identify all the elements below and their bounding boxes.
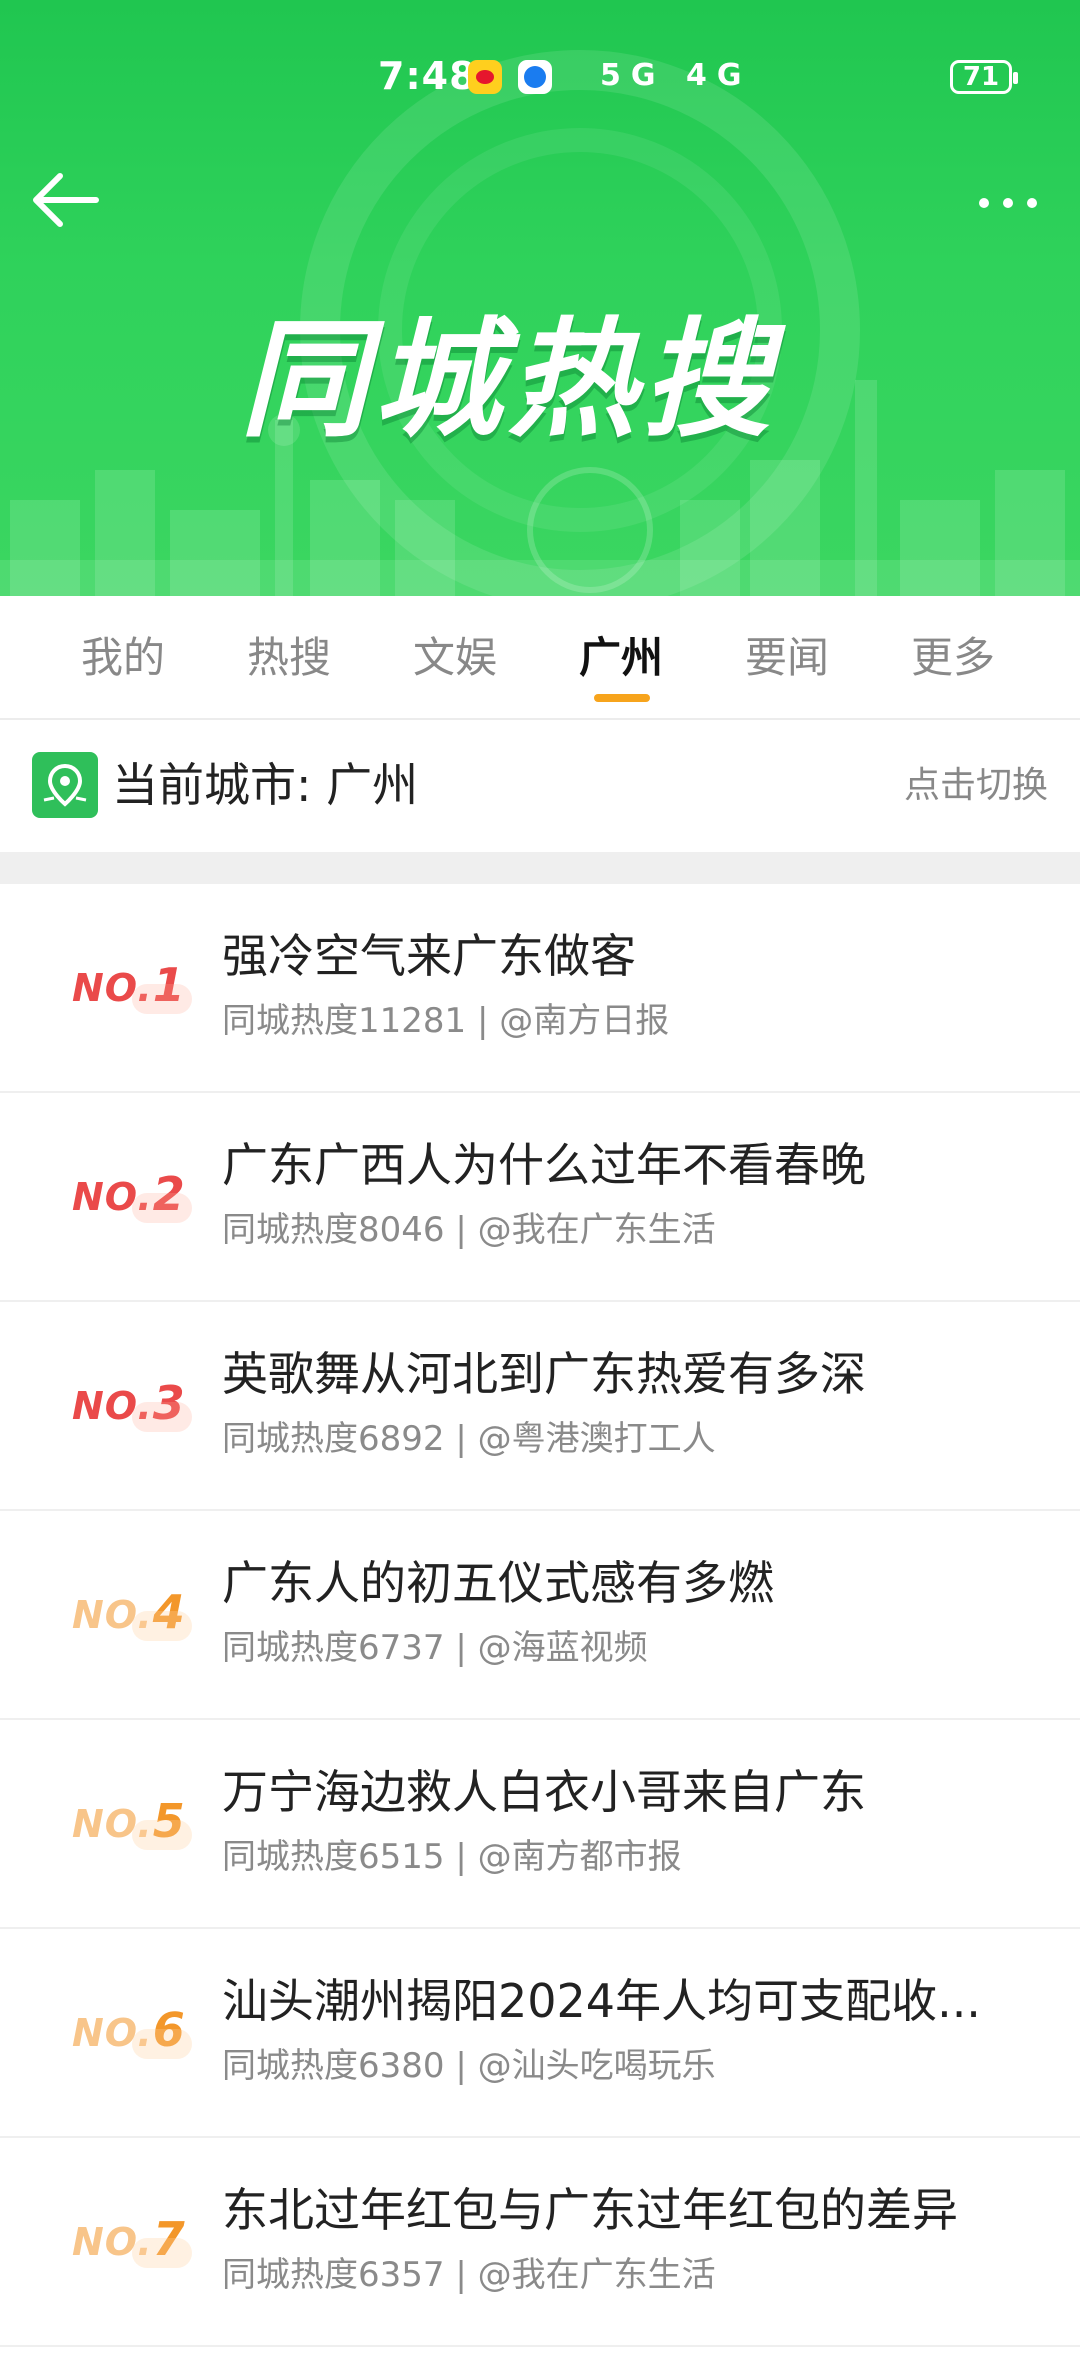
back-button[interactable]	[30, 170, 110, 230]
item-title[interactable]: 东北过年红包与广东过年红包的差异	[222, 2178, 1002, 2242]
item-meta: 同城热度8046 | @我在广东生活	[222, 1210, 716, 1250]
weibo-app-icon	[468, 60, 502, 94]
item-title[interactable]: 英歌舞从河北到广东热爱有多深	[222, 1342, 1002, 1406]
tab-entertainment[interactable]: 文娱	[372, 596, 538, 718]
item-title[interactable]: 广东广西人为什么过年不看春晚	[222, 1133, 1002, 1197]
status-bar: 7:48 5G 4G 71	[0, 48, 1080, 108]
tab-more[interactable]: 更多	[870, 596, 1036, 718]
location-map-icon	[32, 752, 98, 818]
section-divider	[0, 852, 1080, 884]
item-meta: 同城热度6515 | @南方都市报	[222, 1837, 682, 1877]
list-item[interactable]: NO.5 万宁海边救人白衣小哥来自广东 同城热度6515 | @南方都市报	[0, 1720, 1080, 1929]
status-time: 7:48	[378, 54, 477, 98]
current-city-row: 当前城市: 广州 点击切换	[0, 720, 1080, 850]
page-title: 同城热搜	[240, 306, 777, 455]
tab-mine[interactable]: 我的	[40, 596, 206, 718]
list-item[interactable]: NO.3 英歌舞从河北到广东热爱有多深 同城热度6892 | @粤港澳打工人	[0, 1302, 1080, 1511]
rank-badge: NO.5	[72, 1794, 192, 1850]
item-title[interactable]: 万宁海边救人白衣小哥来自广东	[222, 1760, 1002, 1824]
status-network-text: 5G 4G	[600, 58, 752, 93]
item-meta: 同城热度11281 | @南方日报	[222, 1001, 670, 1041]
rank-badge: NO.1	[72, 958, 192, 1014]
list-item[interactable]: NO.2 广东广西人为什么过年不看春晚 同城热度8046 | @我在广东生活	[0, 1093, 1080, 1302]
rank-badge: NO.7	[72, 2212, 192, 2268]
rank-badge: NO.2	[72, 1167, 192, 1223]
item-title[interactable]: 强冷空气来广东做客	[222, 924, 1002, 988]
tab-hot-search[interactable]: 热搜	[206, 596, 372, 718]
more-dots-icon	[979, 198, 989, 208]
header-banner: 7:48 5G 4G 71 同城热搜	[0, 0, 1080, 596]
arrow-left-icon	[33, 173, 99, 227]
more-button[interactable]	[975, 176, 1045, 226]
more-dot	[1003, 198, 1013, 208]
item-title[interactable]: 汕头潮州揭阳2024年人均可支配收...	[222, 1969, 1002, 2033]
item-title[interactable]: 广东人的初五仪式感有多燃	[222, 1551, 1002, 1615]
list-item[interactable]: NO.7 东北过年红包与广东过年红包的差异 同城热度6357 | @我在广东生活	[0, 2138, 1080, 2347]
battery-icon: 71	[950, 60, 1018, 94]
tab-news[interactable]: 要闻	[704, 596, 870, 718]
more-dot	[1027, 198, 1037, 208]
list-item[interactable]: NO.6 汕头潮州揭阳2024年人均可支配收... 同城热度6380 | @汕头…	[0, 1929, 1080, 2138]
tab-bar: 我的 热搜 文娱 广州 要闻 更多	[0, 596, 1080, 720]
item-meta: 同城热度6380 | @汕头吃喝玩乐	[222, 2046, 716, 2086]
hot-search-list: NO.1 强冷空气来广东做客 同城热度11281 | @南方日报 NO.2 广东…	[0, 884, 1080, 2347]
item-meta: 同城热度6737 | @海蓝视频	[222, 1628, 648, 1668]
browser-app-icon	[518, 60, 552, 94]
rank-badge: NO.3	[72, 1376, 192, 1432]
rank-badge: NO.4	[72, 1585, 192, 1641]
active-tab-indicator	[594, 694, 650, 702]
item-meta: 同城热度6892 | @粤港澳打工人	[222, 1419, 716, 1459]
item-meta: 同城热度6357 | @我在广东生活	[222, 2255, 716, 2295]
current-city-label: 当前城市: 广州	[112, 758, 419, 812]
list-item[interactable]: NO.1 强冷空气来广东做客 同城热度11281 | @南方日报	[0, 884, 1080, 1093]
rank-badge: NO.6	[72, 2003, 192, 2059]
switch-city-button[interactable]: 点击切换	[904, 758, 1048, 814]
list-item[interactable]: NO.4 广东人的初五仪式感有多燃 同城热度6737 | @海蓝视频	[0, 1511, 1080, 1720]
